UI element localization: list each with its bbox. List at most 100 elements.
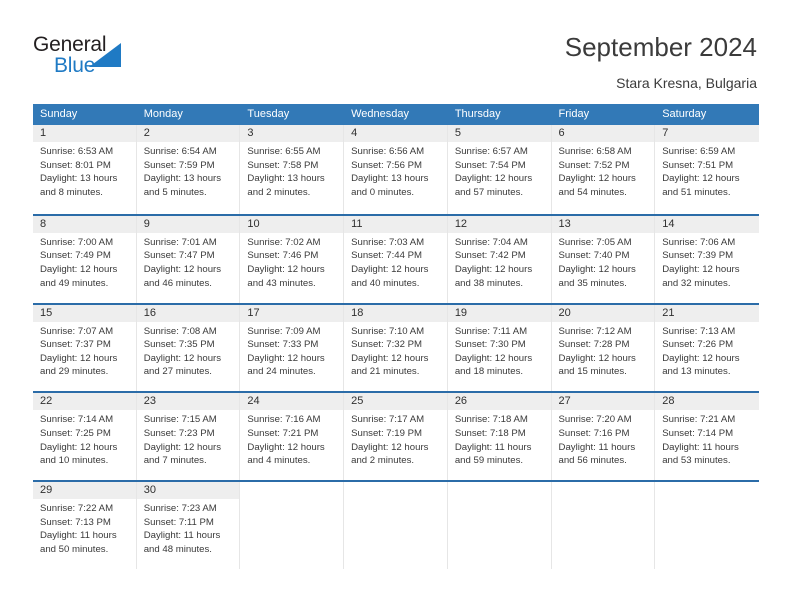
calendar-table: Sunday Monday Tuesday Wednesday Thursday… [33, 104, 759, 569]
sunrise-text: Sunrise: 7:15 AM [143, 414, 217, 426]
day-number-band: 11 [344, 215, 447, 233]
sunset-text: Sunset: 7:58 PM [247, 159, 319, 171]
calendar-day-cell[interactable]: 19 Sunrise: 7:11 AM Sunset: 7:30 PM Dayligh… [447, 304, 552, 392]
day-number: 27 [558, 395, 571, 408]
calendar-day-cell[interactable]: 5 Sunrise: 6:57 AM Sunset: 7:54 PM Daylight… [447, 125, 552, 214]
day-detail-lines: Sunrise: 7:00 AM Sunset: 7:49 PM Daylight:… [33, 233, 136, 290]
sunrise-text: Sunrise: 7:13 AM [662, 325, 736, 337]
calendar-day-cell[interactable]: 18 Sunrise: 7:10 AM Sunset: 7:32 PM Dayligh… [344, 304, 448, 392]
day-detail-lines: Sunrise: 7:21 AM Sunset: 7:14 PM Daylight:… [655, 410, 759, 467]
calendar-day-cell-empty [552, 482, 656, 569]
calendar-day-cell[interactable]: 17 Sunrise: 7:09 AM Sunset: 7:33 PM Dayligh… [240, 304, 345, 392]
calendar-day-cell[interactable]: 3 Sunrise: 6:55 AM Sunset: 7:58 PM Daylight… [240, 125, 345, 214]
daylight-text-line1: Daylight: 11 hours [143, 530, 221, 542]
calendar-day-cell[interactable]: 7 Sunrise: 6:59 AM Sunset: 7:51 PM Daylight… [655, 125, 759, 214]
day-number-band: 7 [655, 125, 759, 142]
day-number: 9 [143, 217, 150, 230]
calendar-day-cell[interactable]: 25 Sunrise: 7:17 AM Sunset: 7:19 PM Dayligh… [344, 393, 448, 481]
sunrise-text: Sunrise: 7:06 AM [662, 236, 736, 248]
day-detail-lines: Sunrise: 7:16 AM Sunset: 7:21 PM Daylight:… [240, 410, 343, 467]
day-detail-lines: Sunrise: 7:06 AM Sunset: 7:39 PM Daylight:… [655, 233, 759, 290]
daylight-text-line2: and 7 minutes. [143, 455, 207, 467]
day-number-band: 9 [136, 215, 240, 233]
sunset-text: Sunset: 7:35 PM [143, 339, 215, 351]
day-number-band: 18 [344, 304, 447, 322]
calendar-day-cell[interactable]: 2 Sunrise: 6:54 AM Sunset: 7:59 PM Daylight… [136, 125, 241, 214]
sunrise-text: Sunrise: 7:02 AM [247, 236, 321, 248]
calendar-day-cell[interactable]: 13 Sunrise: 7:05 AM Sunset: 7:40 PM Dayligh… [551, 215, 656, 303]
calendar-week-row: 22 Sunrise: 7:14 AM Sunset: 7:25 PM Dayligh… [33, 391, 759, 481]
sunrise-text: Sunrise: 7:14 AM [40, 414, 114, 426]
daylight-text-line2: and 35 minutes. [558, 277, 627, 289]
day-number-band: 12 [447, 215, 551, 233]
calendar-day-cell[interactable]: 21 Sunrise: 7:13 AM Sunset: 7:26 PM Dayligh… [655, 304, 759, 392]
calendar-day-cell[interactable]: 30 Sunrise: 7:23 AM Sunset: 7:11 PM Dayligh… [136, 482, 241, 569]
day-detail-lines: Sunrise: 7:22 AM Sunset: 7:13 PM Daylight:… [33, 499, 136, 556]
sunset-text: Sunset: 7:28 PM [558, 339, 630, 351]
day-number-band: 17 [240, 304, 344, 322]
calendar-day-cell[interactable]: 12 Sunrise: 7:04 AM Sunset: 7:42 PM Dayligh… [447, 215, 552, 303]
sunset-text: Sunset: 7:19 PM [351, 427, 423, 439]
sunrise-text: Sunrise: 6:58 AM [558, 146, 632, 157]
day-number: 5 [454, 127, 461, 139]
day-number-band: 20 [551, 304, 655, 322]
daylight-text-line2: and 38 minutes. [454, 277, 524, 289]
calendar-week-row: 8 Sunrise: 7:00 AM Sunset: 7:49 PM Daylight… [33, 213, 759, 303]
calendar-day-cell[interactable]: 20 Sunrise: 7:12 AM Sunset: 7:28 PM Dayligh… [551, 304, 656, 392]
calendar-day-cell[interactable]: 8 Sunrise: 7:00 AM Sunset: 7:49 PM Daylight… [33, 215, 137, 303]
day-detail-lines: Sunrise: 6:56 AM Sunset: 7:56 PM Daylight:… [344, 142, 447, 199]
day-number-band: 22 [33, 393, 136, 411]
day-number-band: 14 [655, 215, 759, 233]
daylight-text-line1: Daylight: 12 hours [454, 352, 533, 364]
sunset-text: Sunset: 7:56 PM [351, 159, 423, 171]
calendar-day-cell[interactable]: 27 Sunrise: 7:20 AM Sunset: 7:16 PM Dayligh… [551, 393, 656, 481]
calendar-day-cell[interactable]: 14 Sunrise: 7:06 AM Sunset: 7:39 PM Dayligh… [655, 215, 759, 303]
calendar-day-cell[interactable]: 10 Sunrise: 7:02 AM Sunset: 7:46 PM Dayligh… [240, 215, 345, 303]
daylight-text-line1: Daylight: 12 hours [351, 263, 429, 275]
calendar-day-cell[interactable]: 9 Sunrise: 7:01 AM Sunset: 7:47 PM Daylight… [136, 215, 241, 303]
calendar-day-cell[interactable]: 15 Sunrise: 7:07 AM Sunset: 7:37 PM Dayligh… [33, 304, 137, 392]
page-title: September 2024 [564, 32, 757, 62]
calendar-day-cell[interactable]: 1 Sunrise: 6:53 AM Sunset: 8:01 PM Daylight… [33, 125, 137, 214]
calendar-day-cell[interactable]: 22 Sunrise: 7:14 AM Sunset: 7:25 PM Dayligh… [33, 393, 137, 481]
day-number: 16 [143, 306, 156, 319]
daylight-text-line1: Daylight: 12 hours [40, 441, 118, 453]
day-number: 13 [558, 217, 571, 230]
daylight-text-line1: Daylight: 12 hours [558, 263, 636, 275]
daylight-text-line2: and 59 minutes. [454, 455, 524, 467]
calendar-day-cell[interactable]: 4 Sunrise: 6:56 AM Sunset: 7:56 PM Daylight… [344, 125, 448, 214]
daylight-text-line1: Daylight: 11 hours [558, 441, 636, 453]
day-detail-lines: Sunrise: 7:23 AM Sunset: 7:11 PM Daylight:… [137, 499, 240, 556]
weekday-header-monday: Monday [143, 108, 183, 120]
calendar-day-cell[interactable]: 6 Sunrise: 6:58 AM Sunset: 7:52 PM Daylight… [551, 125, 656, 214]
calendar-day-cell[interactable]: 16 Sunrise: 7:08 AM Sunset: 7:35 PM Dayligh… [136, 304, 241, 392]
calendar-day-cell[interactable]: 28 Sunrise: 7:21 AM Sunset: 7:14 PM Dayligh… [655, 393, 759, 480]
weekday-header-wednesday: Wednesday [351, 108, 409, 120]
sunset-text: Sunset: 7:49 PM [40, 250, 111, 262]
daylight-text-line1: Daylight: 13 hours [247, 173, 325, 185]
sunset-text: Sunset: 7:21 PM [247, 427, 319, 439]
daylight-text-line2: and 46 minutes. [143, 277, 212, 289]
sunrise-text: Sunrise: 6:59 AM [662, 146, 736, 157]
calendar-day-cell[interactable]: 23 Sunrise: 7:15 AM Sunset: 7:23 PM Dayligh… [136, 393, 241, 481]
brand-word-blue: Blue [54, 54, 96, 77]
day-number-band [240, 482, 343, 499]
calendar-day-cell[interactable]: 24 Sunrise: 7:16 AM Sunset: 7:21 PM Dayligh… [240, 393, 345, 481]
sunrise-text: Sunrise: 6:54 AM [143, 146, 217, 157]
day-number-band: 26 [447, 393, 551, 411]
calendar-day-cell[interactable]: 26 Sunrise: 7:18 AM Sunset: 7:18 PM Dayligh… [447, 393, 552, 481]
daylight-text-line2: and 5 minutes. [143, 186, 207, 198]
calendar-day-cell[interactable]: 29 Sunrise: 7:22 AM Sunset: 7:13 PM Dayligh… [33, 482, 137, 569]
daylight-text-line1: Daylight: 12 hours [662, 173, 740, 185]
day-number-band: 1 [33, 125, 136, 142]
sunrise-text: Sunrise: 6:53 AM [40, 146, 114, 157]
sunset-text: Sunset: 7:26 PM [662, 339, 734, 351]
day-number: 17 [247, 306, 260, 319]
calendar-day-cell[interactable]: 11 Sunrise: 7:03 AM Sunset: 7:44 PM Dayligh… [344, 215, 448, 303]
day-number: 23 [143, 395, 156, 408]
day-detail-lines: Sunrise: 7:09 AM Sunset: 7:33 PM Daylight:… [240, 322, 343, 379]
day-number: 6 [558, 127, 565, 139]
day-detail-lines [448, 499, 551, 502]
sunset-text: Sunset: 7:23 PM [143, 427, 215, 439]
brand-logo[interactable]: General Blue [33, 33, 153, 81]
